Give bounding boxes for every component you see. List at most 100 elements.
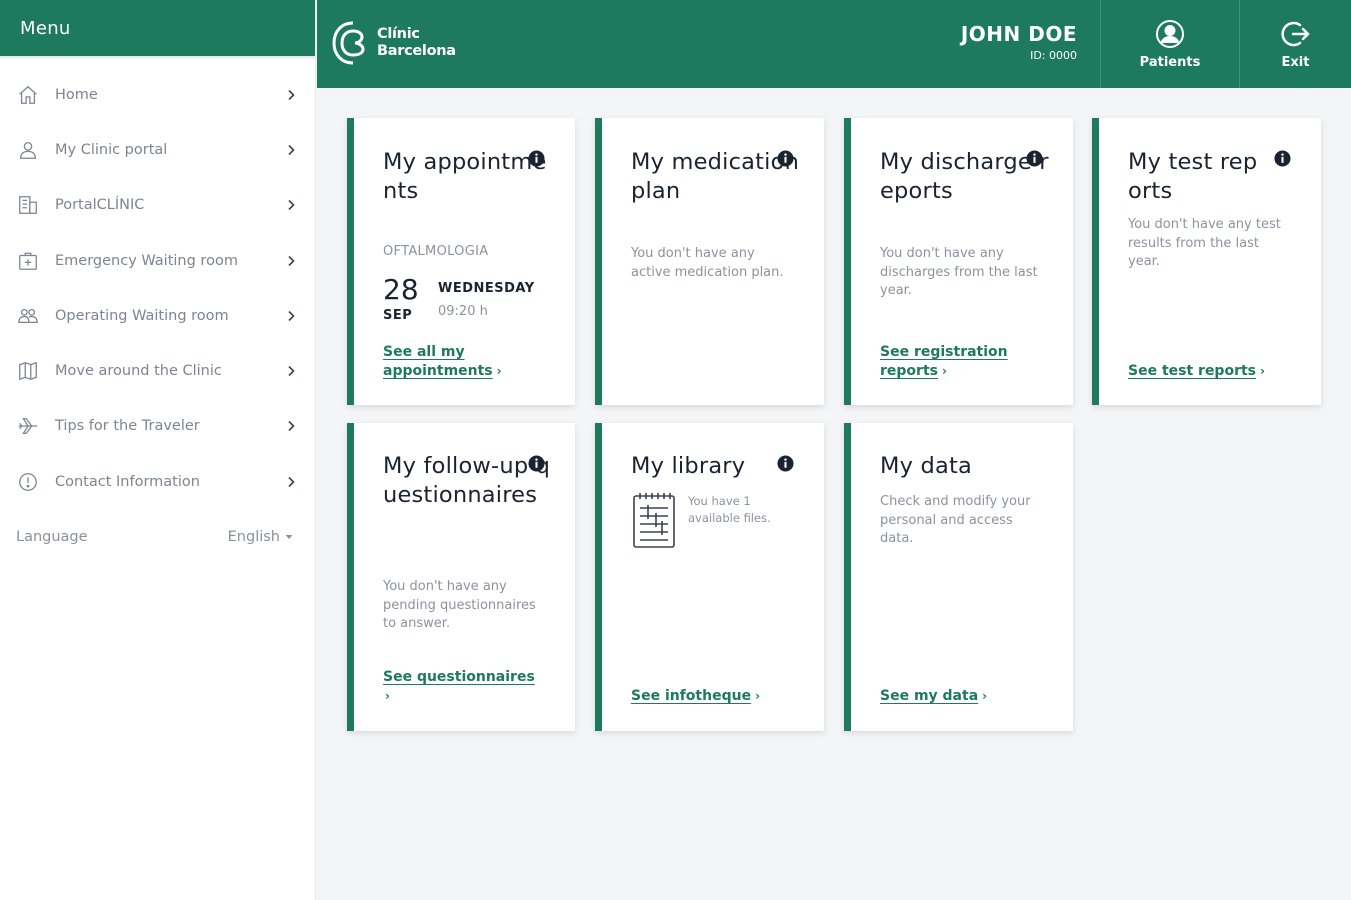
info-circle-icon [16, 470, 40, 494]
top-bar: Clínic Barcelona JOHN DOE ID: 0000 Patie… [317, 0, 1351, 88]
see-test-reports-link[interactable]: See test reports › [1128, 362, 1265, 381]
sidebar-item-emergency-waiting-room[interactable]: Emergency Waiting room [0, 233, 315, 288]
my-data-card: My data Check and modify your personal a… [844, 423, 1073, 731]
menu-title: Menu [20, 17, 71, 39]
link-line-1: See all my [383, 344, 465, 360]
chevron-right-icon: › [982, 689, 988, 703]
sidebar-item-label: Contact Information [55, 473, 200, 490]
group-icon [16, 304, 40, 328]
user-circle-icon [1156, 19, 1184, 48]
card-description: You don't have any active medication pla… [631, 246, 784, 280]
patients-button[interactable]: Patients [1100, 0, 1239, 88]
medical-bag-icon [16, 249, 40, 273]
card-title: My discharge reports [880, 149, 1049, 204]
document-list-icon [633, 493, 675, 548]
appointment-department: OFTALMOLOGIA [383, 244, 489, 259]
link-label: See infotheque [631, 688, 752, 704]
see-questionnaires-link[interactable]: See questionnaires › [383, 668, 548, 706]
sidebar-item-label: Home [55, 86, 98, 103]
see-all-appointments-link[interactable]: See all my appointments › [383, 343, 502, 381]
card-description: Check and modify your personal and acces… [880, 494, 1031, 546]
info-icon[interactable] [1026, 150, 1043, 167]
medication-card: My medication plan You don't have any ac… [595, 118, 824, 405]
language-select[interactable]: English [228, 529, 293, 545]
sidebar-item-label: Tips for the Traveler [55, 418, 200, 435]
exit-icon [1280, 21, 1310, 46]
sidebar-item-label: My Clinic portal [55, 141, 168, 158]
sidebar-item-home[interactable]: Home [0, 67, 315, 122]
card-title: My medication plan [631, 149, 800, 204]
see-my-data-link[interactable]: See my data › [880, 687, 987, 706]
test-reports-card: My test reports You don't have any test … [1092, 118, 1321, 405]
sidebar-item-tips-for-the-traveler[interactable]: Tips for the Traveler [0, 399, 315, 454]
user-info: JOHN DOE ID: 0000 [961, 22, 1077, 62]
chevron-right-icon: › [496, 364, 502, 378]
chevron-right-icon [288, 89, 295, 100]
clinic-logo-icon [332, 21, 365, 65]
card-description: You don't have any discharges from the l… [880, 246, 1038, 298]
card-description: You don't have any test results from the… [1128, 217, 1281, 269]
chevron-right-icon [288, 476, 295, 487]
sidebar-item-label: PortalCLÍNIC [55, 197, 145, 214]
chevron-right-icon: › [755, 689, 761, 703]
link-label: See questionnaires [383, 669, 535, 685]
chevron-right-icon [288, 144, 295, 156]
sidebar-item-operating-waiting-room[interactable]: Operating Waiting room [0, 288, 315, 343]
info-icon[interactable] [777, 455, 794, 472]
appointment-time: 09:20 h [438, 304, 488, 319]
appointment-month: SEP [383, 308, 413, 323]
chevron-right-icon: › [941, 364, 947, 378]
chevron-right-icon: › [385, 689, 390, 703]
link-label: See my data [880, 688, 979, 704]
caret-down-icon [285, 535, 293, 540]
discharge-reports-card: My discharge reports You don't have any … [844, 118, 1073, 405]
card-title: My test reports [1128, 149, 1258, 204]
user-name: JOHN DOE [960, 22, 1077, 46]
info-icon[interactable] [528, 455, 545, 472]
building-icon [16, 193, 40, 217]
chevron-right-icon [288, 200, 295, 211]
sidebar-item-portalclinic[interactable]: PortalCLÍNIC [0, 178, 315, 233]
chevron-right-icon [288, 366, 295, 377]
exit-label: Exit [1281, 54, 1310, 70]
chevron-right-icon [288, 255, 295, 266]
info-icon[interactable] [1274, 150, 1291, 167]
see-registration-reports-link[interactable]: See registration reports › [880, 343, 1008, 381]
sidebar-item-my-clinic-portal[interactable]: My Clinic portal [0, 122, 315, 177]
info-icon[interactable] [528, 150, 545, 167]
language-value: English [227, 529, 280, 546]
exit-button[interactable]: Exit [1239, 0, 1351, 88]
sidebar: Menu Home My Clinic portal PortalCLÍNIC … [0, 0, 316, 900]
chevron-right-icon: › [1260, 364, 1265, 378]
language-row: Language English [0, 509, 315, 565]
patients-label: Patients [1139, 54, 1201, 70]
home-icon [16, 83, 40, 107]
sidebar-item-move-around-the-clinic[interactable]: Move around the Clinic [0, 343, 315, 398]
user-icon [16, 138, 40, 162]
plane-icon [16, 414, 40, 438]
clinic-logo[interactable]: Clínic Barcelona [331, 18, 456, 68]
library-card: My library You have 1 available files. S… [595, 423, 824, 731]
sidebar-item-label: Operating Waiting room [55, 307, 229, 324]
appointments-card: My appointments OFTALMOLOGIA 28 SEP WEDN… [347, 118, 575, 405]
card-title: My library [631, 453, 746, 479]
map-icon [16, 359, 40, 383]
link-line-2: appointments [383, 363, 493, 379]
link-label: See test reports [1128, 363, 1257, 379]
user-id: ID: 0000 [1030, 49, 1077, 62]
logo-line-1: Clínic [377, 26, 420, 42]
card-title: My data [880, 453, 972, 479]
link-line-1: See registration [880, 344, 1008, 360]
language-label: Language [16, 529, 88, 546]
info-icon[interactable] [777, 150, 794, 167]
sidebar-item-contact-information[interactable]: Contact Information [0, 454, 315, 509]
followup-questionnaires-card: My follow-up questionnaires You don't ha… [347, 423, 575, 731]
sidebar-item-label: Move around the Clinic [55, 363, 222, 380]
sidebar-header: Menu [0, 0, 315, 56]
card-description: You don't have any pending questionnaire… [383, 579, 536, 631]
library-description: You have 1 available files. [688, 494, 771, 525]
chevron-right-icon [288, 310, 295, 321]
chevron-right-icon [288, 421, 295, 432]
appointment-day: 28 [383, 273, 419, 306]
see-infotheque-link[interactable]: See infotheque › [631, 687, 760, 706]
